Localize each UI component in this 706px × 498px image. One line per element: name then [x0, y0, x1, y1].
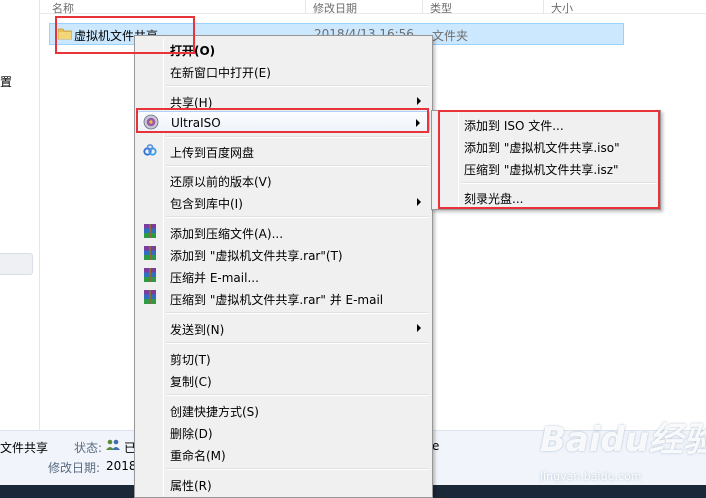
nav-selected-item[interactable]: [0, 253, 33, 275]
shared-users-icon: [106, 439, 120, 450]
menu-item-label: 复制(C): [170, 375, 212, 389]
column-divider[interactable]: [543, 0, 544, 14]
menu-separator: [166, 342, 429, 344]
menu-item-label: 上传到百度网盘: [170, 146, 255, 160]
submenu-arrow-icon: [416, 119, 420, 127]
submenu-item-compress-to-isz[interactable]: 压缩到 "虚拟机文件共享.isz": [434, 157, 659, 179]
menu-separator: [461, 182, 657, 184]
watermark-brand: Baidu经验: [540, 420, 706, 460]
submenu-arrow-icon: [417, 97, 421, 105]
menu-item-open[interactable]: 打开(O): [137, 38, 430, 60]
winrar-icon: [144, 246, 156, 260]
ultraiso-submenu: 添加到 ISO 文件... 添加到 "虚拟机文件共享.iso" 压缩到 "虚拟机…: [431, 110, 661, 210]
details-modified-value: 2018: [106, 459, 137, 473]
file-type: 文件夹: [432, 29, 469, 43]
menu-item-label: 压缩并 E-mail...: [170, 271, 259, 285]
menu-item-add-to-rar[interactable]: 添加到 "虚拟机文件共享.rar"(T): [137, 243, 430, 265]
menu-item-cut[interactable]: 剪切(T): [137, 347, 430, 369]
winrar-icon: [144, 268, 156, 282]
menu-item-label: 重命名(M): [170, 449, 226, 463]
menu-separator: [166, 136, 429, 138]
submenu-item-burn-disc[interactable]: 刻录光盘...: [434, 186, 659, 208]
baidu-watermark: Baidu经验 jingyan.baidu.com: [540, 410, 706, 490]
details-file-name: 文件共享: [0, 441, 49, 455]
menu-item-baidu-netdisk[interactable]: 上传到百度网盘: [137, 140, 430, 162]
menu-item-label: 打开(O): [170, 44, 216, 58]
details-status-label: 状态:: [74, 441, 103, 455]
menu-separator: [166, 165, 429, 167]
nav-item-fragment[interactable]: 置: [0, 73, 12, 90]
menu-item-label: 共享(H): [170, 96, 213, 110]
menu-item-copy[interactable]: 复制(C): [137, 369, 430, 391]
menu-item-label: 添加到压缩文件(A)...: [170, 227, 284, 241]
menu-item-label: 发送到(N): [170, 323, 225, 337]
menu-item-label: 刻录光盘...: [464, 192, 524, 206]
menu-separator: [166, 312, 429, 314]
menu-item-compress-email[interactable]: 压缩并 E-mail...: [137, 265, 430, 287]
menu-separator: [166, 85, 429, 87]
menu-item-create-shortcut[interactable]: 创建快捷方式(S): [137, 399, 430, 421]
ultraiso-icon: [143, 114, 159, 130]
details-modified-label: 修改日期:: [48, 461, 101, 475]
menu-item-label: 还原以前的版本(V): [170, 175, 272, 189]
baidu-netdisk-icon: [143, 144, 157, 156]
column-divider[interactable]: [422, 0, 423, 14]
menu-item-label: 添加到 ISO 文件...: [464, 119, 564, 133]
column-divider[interactable]: [305, 0, 306, 14]
menu-item-share[interactable]: 共享(H): [137, 90, 430, 112]
menu-item-rename[interactable]: 重命名(M): [137, 443, 430, 465]
menu-item-properties[interactable]: 属性(R): [137, 473, 430, 495]
menu-item-include-in-library[interactable]: 包含到库中(I): [137, 191, 430, 213]
watermark-url: jingyan.baidu.com: [540, 470, 642, 483]
menu-separator: [166, 394, 429, 396]
menu-item-label: 添加到 "虚拟机文件共享.rar"(T): [170, 249, 343, 263]
menu-item-restore-previous[interactable]: 还原以前的版本(V): [137, 169, 430, 191]
menu-item-label: 删除(D): [170, 427, 213, 441]
submenu-arrow-icon: [417, 198, 421, 206]
submenu-item-add-to-iso[interactable]: 添加到 ISO 文件...: [434, 113, 659, 135]
submenu-item-add-to-named-iso[interactable]: 添加到 "虚拟机文件共享.iso": [434, 135, 659, 157]
menu-item-label: 在新窗口中打开(E): [170, 66, 271, 80]
menu-item-ultraiso[interactable]: UltraISO: [137, 111, 430, 133]
menu-item-label: 压缩到 "虚拟机文件共享.rar" 并 E-mail: [170, 293, 384, 307]
menu-item-add-to-archive[interactable]: 添加到压缩文件(A)...: [137, 221, 430, 243]
menu-separator: [166, 216, 429, 218]
column-size-header[interactable]: 大小: [551, 0, 573, 16]
column-type-header[interactable]: 类型: [430, 0, 452, 16]
menu-item-label: 创建快捷方式(S): [170, 405, 259, 419]
details-fragment: e: [432, 439, 440, 453]
column-name-header[interactable]: 名称: [52, 0, 74, 16]
menu-item-label: 压缩到 "虚拟机文件共享.isz": [464, 163, 619, 177]
submenu-arrow-icon: [417, 324, 421, 332]
menu-item-open-new-window[interactable]: 在新窗口中打开(E): [137, 60, 430, 82]
menu-item-label: 属性(R): [170, 479, 212, 493]
menu-item-label: UltraISO: [171, 116, 221, 130]
winrar-icon: [144, 224, 156, 238]
menu-item-send-to[interactable]: 发送到(N): [137, 317, 430, 339]
menu-separator: [166, 468, 429, 470]
menu-item-delete[interactable]: 删除(D): [137, 421, 430, 443]
menu-item-label: 包含到库中(I): [170, 197, 243, 211]
navigation-pane: 置: [0, 0, 40, 430]
folder-icon: [58, 28, 72, 40]
menu-item-label: 添加到 "虚拟机文件共享.iso": [464, 141, 620, 155]
column-date-header[interactable]: 修改日期: [313, 0, 357, 16]
menu-item-compress-rar-email[interactable]: 压缩到 "虚拟机文件共享.rar" 并 E-mail: [137, 287, 430, 309]
context-menu: 打开(O) 在新窗口中打开(E) 共享(H) UltraISO 上传到百度网盘 …: [134, 35, 433, 498]
column-header-bar: 名称 修改日期 类型 大小: [40, 0, 706, 16]
menu-item-label: 剪切(T): [170, 353, 211, 367]
winrar-icon: [144, 290, 156, 304]
